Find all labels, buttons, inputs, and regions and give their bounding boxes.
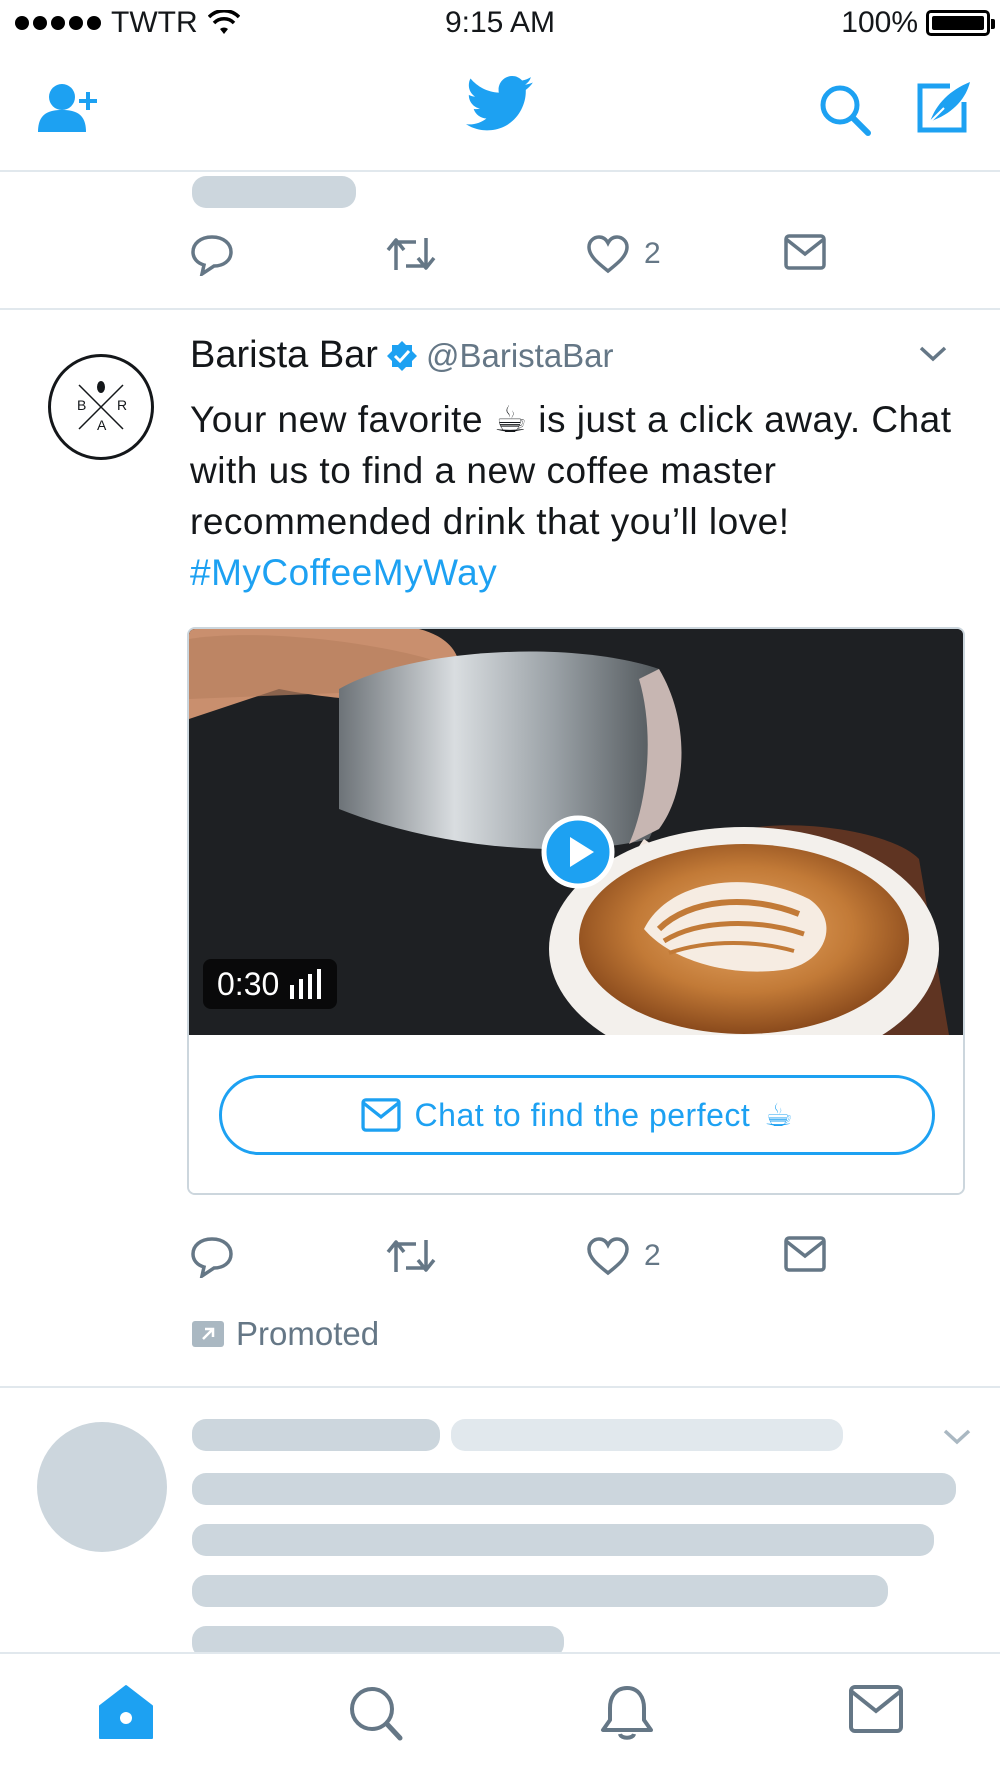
cta-label: Chat to find the perfect bbox=[414, 1096, 751, 1133]
mail-icon bbox=[784, 234, 826, 270]
reply-icon bbox=[191, 235, 233, 276]
skeleton-avatar bbox=[37, 1422, 167, 1552]
reply-button[interactable] bbox=[190, 1236, 234, 1278]
like-button[interactable]: 2 bbox=[586, 1236, 661, 1276]
coffee-emoji: ☕ bbox=[493, 399, 528, 440]
add-user-icon[interactable] bbox=[36, 80, 102, 134]
cta-area: Chat to find the perfect ☕ bbox=[189, 1035, 963, 1193]
video-duration-badge: 0:30 bbox=[203, 959, 338, 1009]
like-count: 2 bbox=[644, 1239, 661, 1272]
skeleton-bar bbox=[192, 1419, 440, 1451]
chevron-down-icon[interactable] bbox=[918, 345, 948, 363]
logo-letter-a: A bbox=[97, 417, 107, 433]
reply-button[interactable] bbox=[190, 234, 234, 276]
twitter-bird-icon[interactable] bbox=[466, 75, 534, 133]
mail-icon bbox=[784, 1236, 826, 1272]
divider bbox=[0, 308, 1000, 310]
promoted-label: Promoted bbox=[192, 1315, 379, 1353]
video-player[interactable]: 0:30 bbox=[189, 629, 963, 1035]
retweet-button[interactable] bbox=[386, 234, 436, 274]
search-icon[interactable] bbox=[348, 1684, 404, 1742]
media-card: 0:30 Chat to find the perfect ☕ bbox=[187, 627, 965, 1195]
search-icon[interactable] bbox=[818, 83, 872, 137]
heart-icon bbox=[587, 1237, 629, 1276]
promoted-text: Promoted bbox=[236, 1315, 380, 1352]
heart-icon bbox=[587, 235, 629, 274]
bell-icon[interactable] bbox=[598, 1684, 656, 1742]
display-name[interactable]: Barista Bar bbox=[190, 334, 378, 377]
avatar[interactable]: B R A bbox=[48, 354, 154, 460]
tweet-text-part: Your new favorite bbox=[190, 399, 494, 440]
like-count: 2 bbox=[644, 237, 661, 270]
logo-letter-r: R bbox=[117, 397, 128, 413]
verified-badge-icon bbox=[386, 340, 417, 371]
mail-icon bbox=[360, 1098, 401, 1132]
messages-icon[interactable] bbox=[848, 1684, 904, 1734]
skeleton-bar bbox=[451, 1419, 843, 1451]
reply-icon bbox=[191, 1237, 233, 1278]
dm-button[interactable] bbox=[784, 1236, 826, 1272]
tweet-text: Your new favorite ☕ is just a click away… bbox=[190, 394, 980, 598]
retweet-icon bbox=[386, 238, 436, 270]
battery-group: 100% bbox=[841, 6, 995, 40]
skeleton-bar bbox=[192, 176, 356, 208]
promoted-arrow-icon bbox=[192, 1321, 224, 1347]
logo-letter-b: B bbox=[77, 397, 87, 413]
home-icon[interactable] bbox=[96, 1684, 156, 1742]
divider bbox=[0, 1386, 1000, 1388]
tweet-header: Barista Bar @BaristaBar bbox=[190, 334, 614, 377]
chat-cta-button[interactable]: Chat to find the perfect ☕ bbox=[219, 1075, 935, 1155]
compose-icon[interactable] bbox=[916, 80, 972, 136]
retweet-icon bbox=[386, 1240, 436, 1272]
skeleton-bar bbox=[192, 1575, 888, 1607]
top-nav-bar bbox=[0, 50, 1000, 172]
coffee-emoji: ☕ bbox=[764, 1097, 794, 1133]
chevron-down-icon bbox=[943, 1429, 971, 1445]
handle[interactable]: @BaristaBar bbox=[426, 337, 614, 375]
dm-button[interactable] bbox=[784, 234, 826, 270]
skeleton-bar bbox=[192, 1473, 956, 1505]
first-tweet-actions: 2 bbox=[190, 234, 850, 284]
retweet-button[interactable] bbox=[386, 1236, 436, 1276]
battery-icon bbox=[926, 10, 995, 36]
video-duration: 0:30 bbox=[217, 965, 280, 1002]
hashtag-link[interactable]: #MyCoffeeMyWay bbox=[190, 547, 980, 598]
bottom-tab-bar bbox=[0, 1652, 1000, 1778]
volume-bars-icon bbox=[290, 969, 322, 999]
skeleton-bar bbox=[192, 1524, 934, 1556]
promoted-tweet-actions: 2 bbox=[190, 1236, 850, 1286]
like-button[interactable]: 2 bbox=[586, 234, 661, 274]
play-icon[interactable] bbox=[541, 815, 615, 889]
battery-percent: 100% bbox=[841, 6, 918, 39]
barista-bar-logo bbox=[78, 381, 124, 430]
status-bar: TWTR 9:15 AM 100% bbox=[0, 0, 1000, 50]
